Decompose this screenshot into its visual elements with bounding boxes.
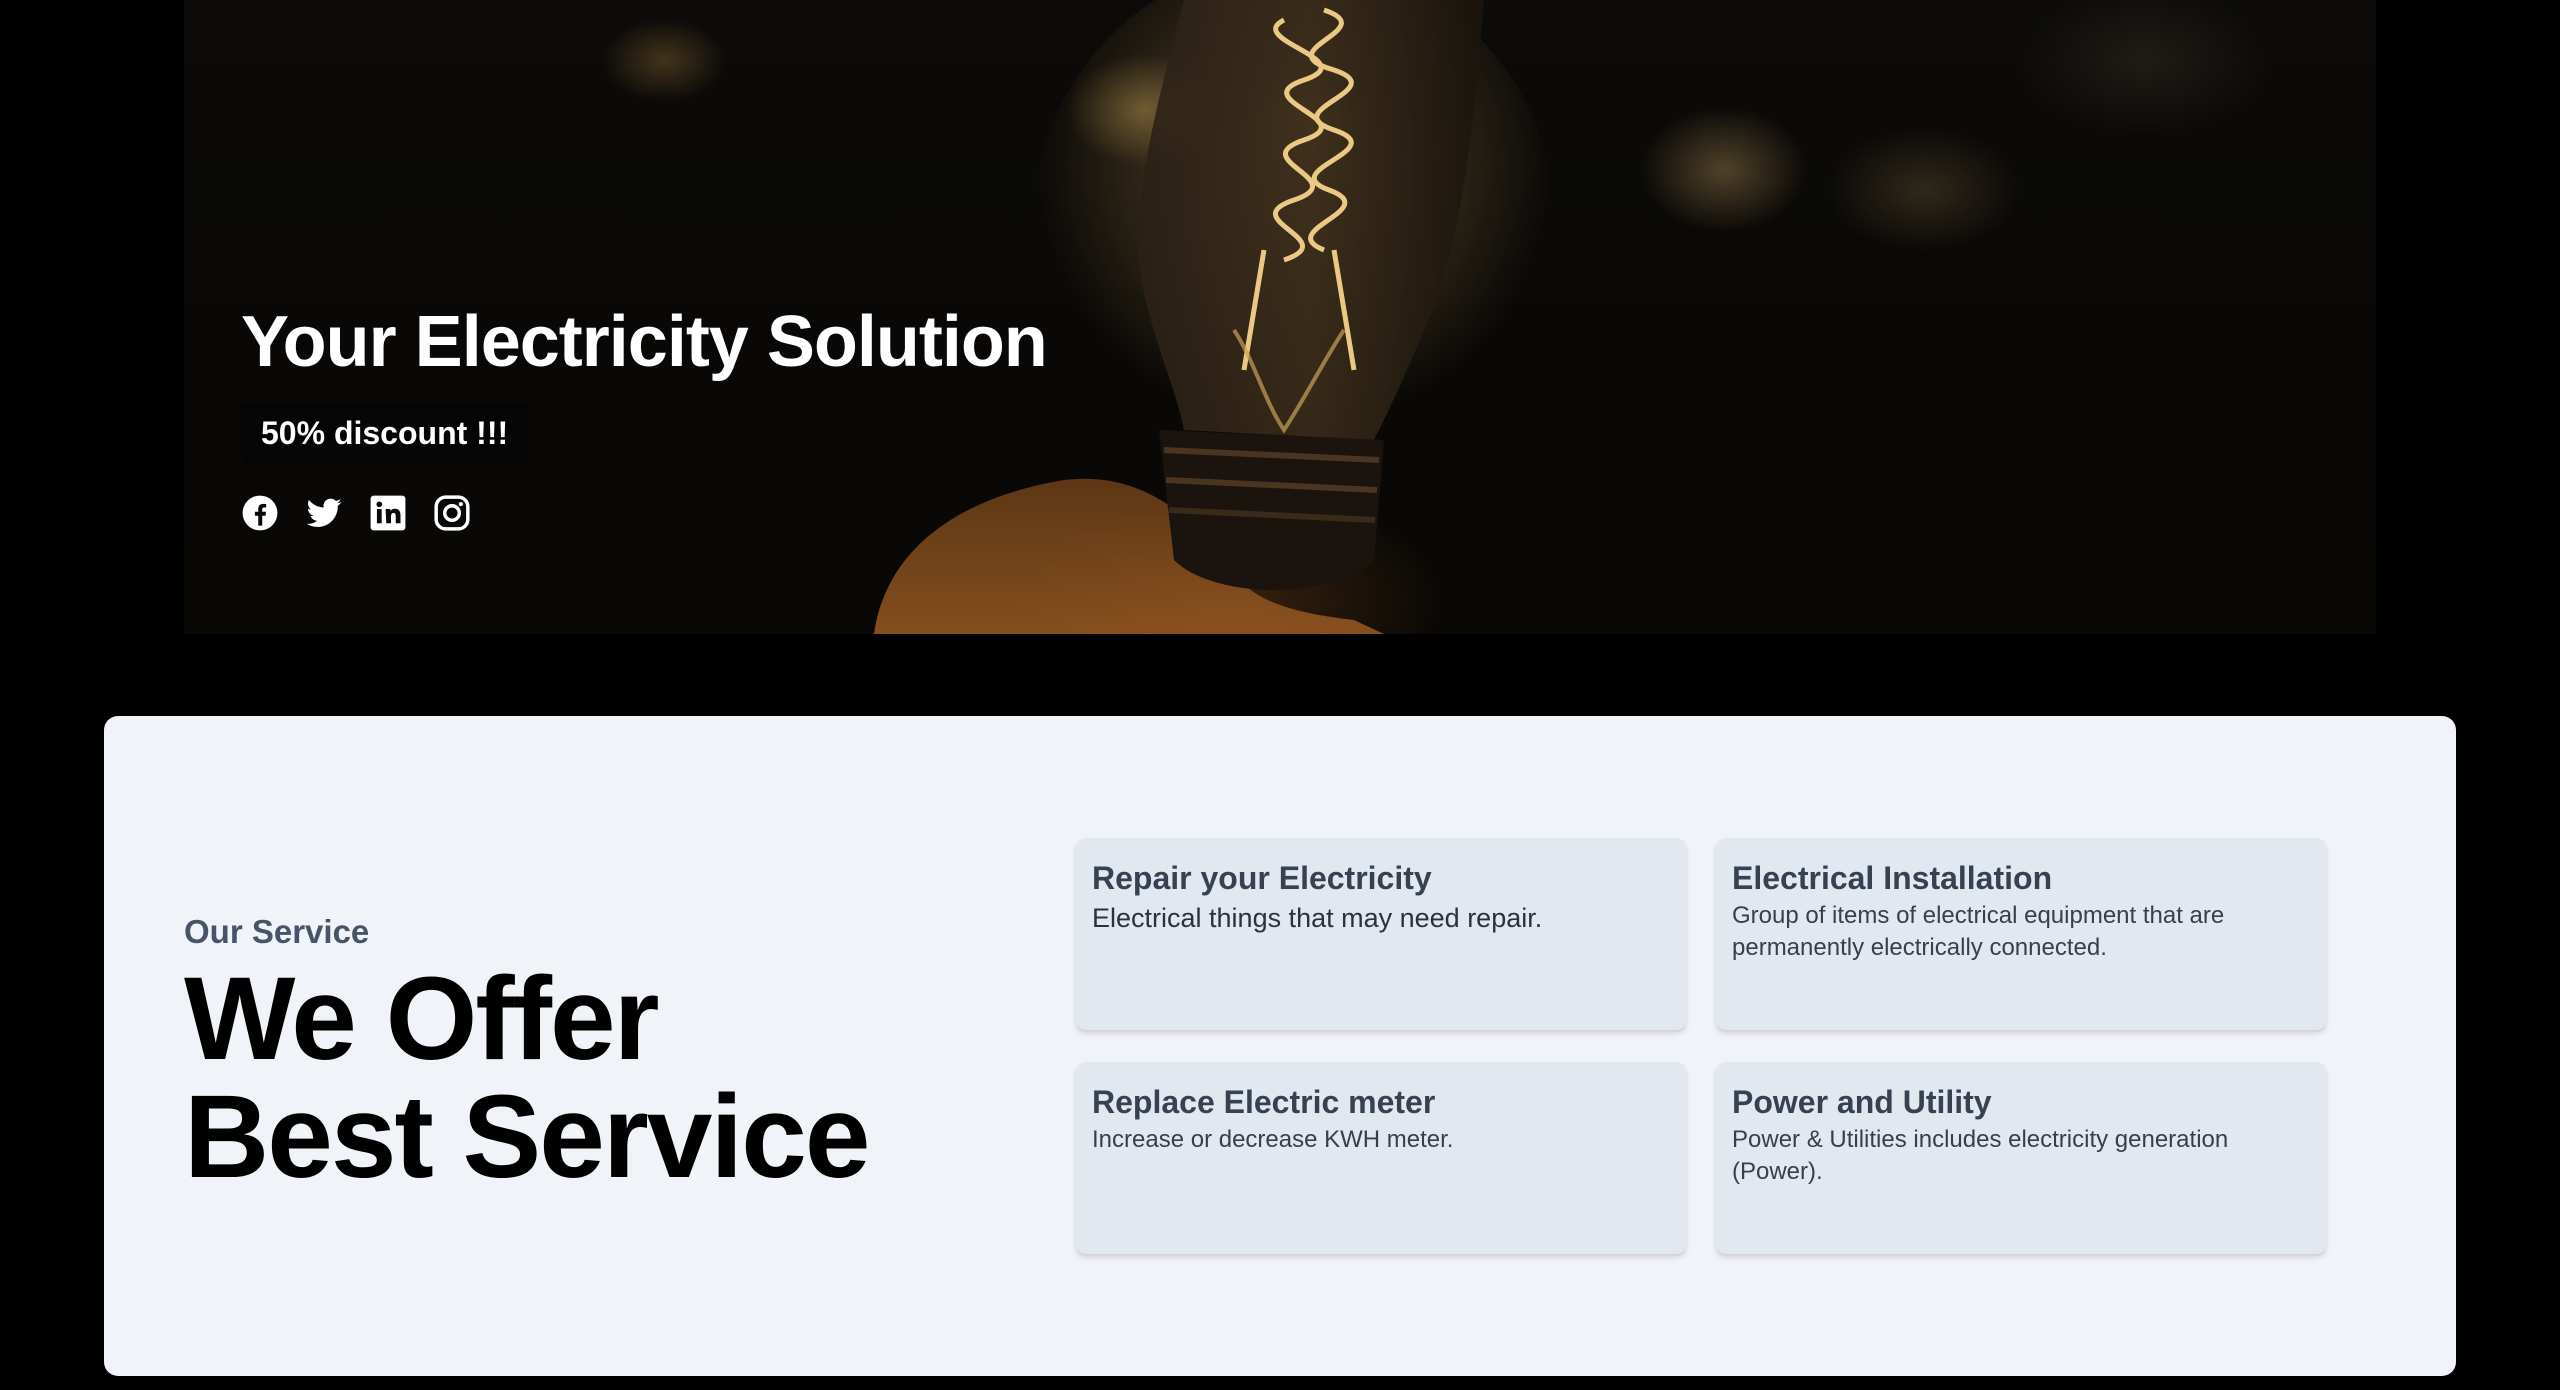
hero-banner: Your Electricity Solution 50% discount !…	[184, 0, 2376, 634]
service-card-meter[interactable]: Replace Electric meter Increase or decre…	[1076, 1062, 1686, 1254]
twitter-icon[interactable]	[305, 494, 343, 532]
linkedin-icon[interactable]	[369, 494, 407, 532]
social-links	[241, 494, 1047, 532]
facebook-icon[interactable]	[241, 494, 279, 532]
service-card-repair[interactable]: Repair your Electricity Electrical thing…	[1076, 838, 1686, 1030]
section-heading: We Offer Best Service	[184, 960, 870, 1196]
card-description: Power & Utilities includes electricity g…	[1732, 1126, 2229, 1185]
card-description: Group of items of electrical equipment t…	[1732, 902, 2225, 961]
section-eyebrow: Our Service	[184, 913, 370, 950]
heading-line-2: Best Service	[184, 1071, 870, 1203]
services-intro: Our Service We Offer Best Service	[184, 912, 870, 1196]
card-title: Electrical Installation	[1732, 860, 2053, 896]
services-section: Our Service We Offer Best Service Repair…	[104, 716, 2456, 1376]
card-title: Power and Utility	[1732, 1084, 1992, 1120]
discount-badge: 50% discount !!!	[241, 402, 529, 464]
hero-title: Your Electricity Solution	[241, 302, 1048, 382]
service-cards-grid: Repair your Electricity Electrical thing…	[1076, 838, 2326, 1254]
card-title: Repair your Electricity	[1092, 860, 1432, 896]
hero-content: Your Electricity Solution 50% discount !…	[241, 300, 1048, 532]
card-description: Increase or decrease KWH meter.	[1092, 1126, 1454, 1153]
card-description: Electrical things that may need repair.	[1092, 903, 1543, 933]
card-title: Replace Electric meter	[1092, 1084, 1436, 1120]
instagram-icon[interactable]	[433, 494, 471, 532]
heading-line-1: We Offer	[184, 953, 660, 1085]
service-card-installation[interactable]: Electrical Installation Group of items o…	[1716, 838, 2326, 1030]
service-card-power[interactable]: Power and Utility Power & Utilities incl…	[1716, 1062, 2326, 1254]
